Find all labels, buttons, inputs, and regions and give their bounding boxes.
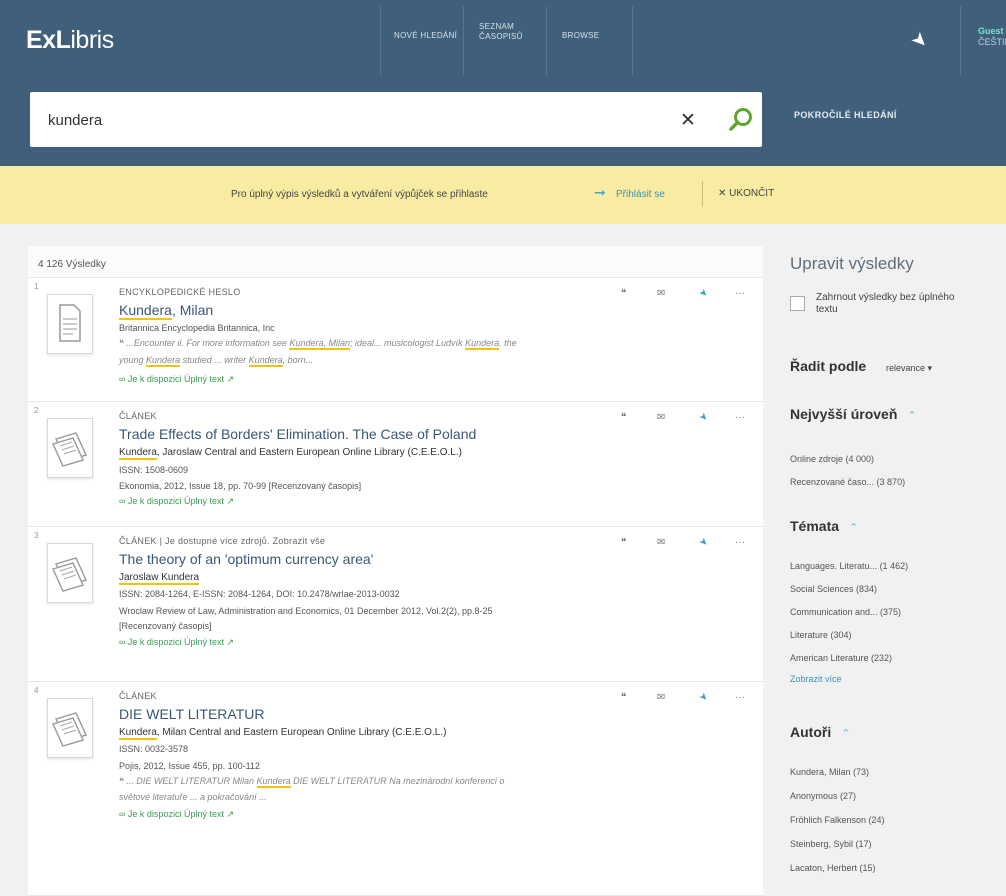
facet-item[interactable]: Lacaton, Herbert (15) — [790, 863, 876, 873]
login-notice-text: Pro úplný výpis výsledků a vytváření výp… — [231, 189, 488, 200]
results-header: 4 126 Výsledky — [28, 246, 763, 278]
result-author[interactable]: Kundera, Jaroslaw Central and Eastern Eu… — [119, 447, 462, 460]
refine-sidebar: Upravit výsledky Zahrnout výsledky bez ú… — [790, 246, 1006, 896]
article-thumbnail[interactable] — [47, 698, 93, 758]
sort-dropdown[interactable]: relevance ▾ — [886, 363, 932, 374]
facet-item[interactable]: Recenzované časo... (3 870) — [790, 477, 905, 487]
search-input[interactable]: kundera ✕ — [30, 92, 762, 147]
dismiss-notice-button[interactable]: ✕ UKONČIT — [718, 188, 774, 199]
authors-facet-heading[interactable]: Autoři ⌃ — [790, 724, 850, 740]
search-icon[interactable] — [726, 105, 756, 135]
chevron-up-icon: ⌃ — [907, 410, 917, 422]
citation-icon[interactable]: ❝ — [621, 288, 626, 299]
advanced-search-link[interactable]: POKROČILÉ HLEDÁNÍ — [794, 110, 897, 120]
full-text-checkbox[interactable] — [790, 296, 805, 311]
result-actions: ❝ ✉ ➤ ··· — [621, 411, 751, 428]
notice-divider — [702, 181, 703, 207]
result-author[interactable]: Kundera, Milan Central and Eastern Europ… — [119, 727, 446, 740]
more-icon[interactable]: ··· — [735, 288, 745, 299]
article-icon — [52, 712, 87, 747]
citation-icon[interactable]: ❝ — [621, 412, 626, 423]
result-item[interactable]: 1 ENCYKLOPEDICKÉ HESLO Kundera, Milan Br… — [28, 278, 763, 402]
pin-icon[interactable]: ➤ — [696, 691, 710, 705]
topics-facet-heading[interactable]: Témata ⌃ — [790, 518, 858, 534]
facet-item[interactable]: Social Sciences (834) — [790, 584, 877, 594]
facet-item[interactable]: Communication and... (375) — [790, 607, 901, 617]
article-thumbnail[interactable] — [47, 418, 93, 478]
chevron-up-icon: ⌃ — [849, 522, 859, 534]
pin-icon[interactable]: ➤ — [696, 287, 710, 301]
availability-link[interactable]: ∞ Je k dispozici Úplný text ↗ — [119, 637, 234, 648]
pin-icon[interactable]: ➤ — [696, 411, 710, 425]
more-icon[interactable]: ··· — [735, 692, 745, 703]
results-list: 4 126 Výsledky 1 ENCYKLOPEDICKÉ HESLO Ku… — [28, 246, 763, 896]
nav-browse[interactable]: BROWSE — [562, 31, 599, 41]
result-title[interactable]: Trade Effects of Borders' Elimination. T… — [119, 426, 476, 442]
availability-link[interactable]: ∞ Je k dispozici Úplný text ↗ — [119, 809, 234, 820]
nav-new-search[interactable]: NOVÉ HLEDÁNÍ — [394, 31, 457, 41]
nav-journals[interactable]: SEZNAM ČASOPISŮ — [479, 22, 523, 42]
email-icon[interactable]: ✉ — [657, 288, 665, 299]
result-snippet: ❝ ... DIE WELT LITERATUR Milan Kundera D… — [119, 776, 505, 788]
document-icon — [59, 304, 81, 342]
document-thumbnail[interactable] — [47, 294, 93, 354]
search-query[interactable]: kundera — [48, 112, 102, 129]
result-title[interactable]: Kundera, Milan — [119, 302, 213, 320]
result-title[interactable]: The theory of an 'optimum currency area' — [119, 551, 373, 567]
sort-label: Řadit podle — [790, 358, 867, 374]
result-item[interactable]: 2 ČLÁNEK Trade Effects of Borders' Elimi… — [28, 402, 763, 527]
result-item[interactable]: 3 ČLÁNEK | Je dostupné více zdrojů. Zobr… — [28, 527, 763, 682]
show-more-link[interactable]: Zobrazit více — [790, 674, 842, 684]
more-icon[interactable]: ··· — [735, 412, 745, 423]
citation-icon[interactable]: ❝ — [621, 537, 626, 548]
email-icon[interactable]: ✉ — [657, 412, 665, 423]
result-snippet: ❝ ...Encounter ii. For more information … — [119, 338, 517, 350]
guest-menu[interactable]: Guest ČEŠTINA — [978, 26, 1006, 48]
result-actions: ❝ ✉ ➤ ··· — [621, 691, 751, 708]
pin-icon[interactable]: ➤ — [898, 20, 940, 62]
facet-item[interactable]: Steinberg, Sybil (17) — [790, 839, 872, 849]
sign-in-link[interactable]: Přihlásit se — [616, 189, 665, 200]
level-facet-heading[interactable]: Nejvyšší úroveň ⌃ — [790, 406, 917, 422]
email-icon[interactable]: ✉ — [657, 537, 665, 548]
facet-item[interactable]: Literature (304) — [790, 630, 852, 640]
article-thumbnail[interactable] — [47, 543, 93, 603]
login-notice-bar: Pro úplný výpis výsledků a vytváření výp… — [0, 166, 1006, 224]
result-snippet: světové literatuře ... a pokračování ... — [119, 792, 267, 802]
pin-icon[interactable]: ➤ — [696, 536, 710, 550]
chevron-up-icon: ⌃ — [841, 728, 851, 740]
result-title[interactable]: DIE WELT LITERATUR — [119, 706, 264, 722]
result-snippet: young Kundera studied ... writer Kundera… — [119, 355, 314, 367]
result-actions: ❝ ✉ ➤ ··· — [621, 536, 751, 553]
sign-in-icon[interactable]: ➞ — [594, 184, 606, 201]
result-author[interactable]: Jaroslaw Kundera — [119, 572, 200, 585]
nav-divider — [380, 6, 381, 76]
facet-item[interactable]: Online zdroje (4 000) — [790, 454, 874, 464]
result-item[interactable]: 4 ČLÁNEK DIE WELT LITERATUR Kundera, Mil… — [28, 682, 763, 896]
top-bar: ExLibris NOVÉ HLEDÁNÍ SEZNAM ČASOPISŮ BR… — [0, 0, 1006, 82]
article-icon — [52, 432, 87, 467]
nav-divider — [463, 6, 464, 76]
availability-link[interactable]: ∞ Je k dispozici Úplný text ↗ — [119, 374, 234, 385]
nav-divider — [960, 6, 961, 76]
sidebar-title: Upravit výsledky — [790, 254, 914, 273]
nav-divider — [632, 6, 633, 76]
facet-item[interactable]: Languages. Literatu... (1 462) — [790, 561, 908, 571]
article-icon — [52, 557, 87, 592]
email-icon[interactable]: ✉ — [657, 692, 665, 703]
facet-item[interactable]: Kundera, Milan (73) — [790, 767, 869, 777]
result-actions: ❝ ✉ ➤ ··· — [621, 287, 751, 304]
facet-item[interactable]: Fröhlich Falkenson (24) — [790, 815, 885, 825]
clear-icon[interactable]: ✕ — [680, 109, 696, 132]
nav-divider — [546, 6, 547, 76]
full-text-checkbox-label[interactable]: Zahrnout výsledky bez úplného textu — [816, 292, 966, 316]
exlibris-logo[interactable]: ExLibris — [26, 26, 114, 55]
results-count: 4 126 Výsledky — [38, 259, 106, 270]
citation-icon[interactable]: ❝ — [621, 692, 626, 703]
availability-link[interactable]: ∞ Je k dispozici Úplný text ↗ — [119, 496, 234, 507]
facet-item[interactable]: Anonymous (27) — [790, 791, 856, 801]
more-icon[interactable]: ··· — [735, 537, 745, 548]
facet-item[interactable]: American Literature (232) — [790, 653, 892, 663]
search-band: kundera ✕ POKROČILÉ HLEDÁNÍ — [0, 82, 1006, 166]
